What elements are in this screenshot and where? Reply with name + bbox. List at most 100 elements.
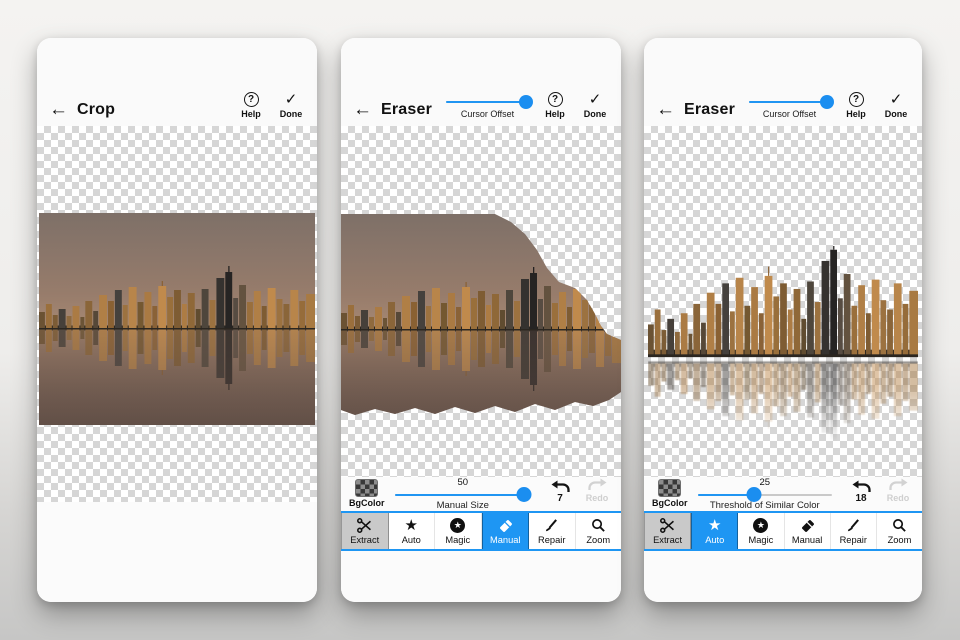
help-button[interactable]: ? Help xyxy=(233,92,269,119)
help-icon: ? xyxy=(243,92,259,107)
tab-label: Auto xyxy=(705,534,725,545)
undo-icon xyxy=(852,480,871,492)
tab-label: Extract xyxy=(653,534,683,545)
back-icon[interactable]: ← xyxy=(656,100,675,119)
tab-repair[interactable]: Repair xyxy=(529,513,576,549)
done-label: Done xyxy=(884,109,908,119)
help-icon: ? xyxy=(848,92,864,107)
skyline-photo-partially-erased[interactable] xyxy=(341,214,621,426)
checkmark-icon: ✓ xyxy=(588,91,602,108)
back-icon[interactable]: ← xyxy=(353,100,372,119)
tab-label: Repair xyxy=(538,534,566,545)
done-button[interactable]: ✓ Done xyxy=(878,92,914,119)
eraser-icon xyxy=(799,518,816,534)
star-icon: ★ xyxy=(404,516,418,534)
scissors-icon xyxy=(356,518,373,534)
manual-size-slider[interactable]: 50 Manual Size xyxy=(394,477,532,511)
slider-label: Manual Size xyxy=(436,500,489,511)
undo-count: 7 xyxy=(557,493,563,504)
checkmark-icon: ✓ xyxy=(284,91,298,108)
repair-brush-icon xyxy=(543,518,560,534)
slider-thumb[interactable] xyxy=(518,94,533,109)
extracted-skyline[interactable] xyxy=(648,246,918,359)
checkmark-icon: ✓ xyxy=(889,91,903,108)
slider-fill xyxy=(749,100,827,103)
tab-extract[interactable]: Extract xyxy=(341,513,389,549)
slider-thumb[interactable] xyxy=(516,486,532,502)
magic-star-icon: ★ xyxy=(450,518,466,533)
panel-footer xyxy=(37,502,317,602)
cursor-offset-label: Cursor Offset xyxy=(762,109,817,119)
slider-fill xyxy=(446,100,526,103)
magnifier-icon xyxy=(590,518,607,534)
tab-manual-active[interactable]: Manual xyxy=(481,513,529,549)
bgcolor-control[interactable]: BgColor xyxy=(349,478,385,511)
help-label: Help xyxy=(545,109,565,119)
panel-footer xyxy=(644,551,922,602)
slider-track-area[interactable] xyxy=(697,486,832,502)
slider-thumb[interactable] xyxy=(819,94,834,109)
done-label: Done xyxy=(583,109,607,119)
tab-label: Magic xyxy=(748,534,774,545)
bgcolor-label: BgColor xyxy=(652,498,688,508)
slider-track-area[interactable] xyxy=(394,486,532,502)
page-title: Eraser xyxy=(684,101,736,118)
tab-label: Zoom xyxy=(887,534,912,545)
undo-button[interactable]: 7 xyxy=(541,478,579,511)
tab-extract[interactable]: Extract xyxy=(644,513,692,549)
repair-brush-icon xyxy=(845,518,862,534)
redo-button-disabled: Redo xyxy=(880,478,916,511)
magic-star-icon: ★ xyxy=(753,518,769,533)
help-button[interactable]: ? Help xyxy=(838,92,874,119)
adjust-row: BgColor 25 Threshold of Similar Color 18 xyxy=(644,477,922,511)
help-label: Help xyxy=(846,109,866,119)
help-button[interactable]: ? Help xyxy=(537,92,573,119)
tab-auto[interactable]: ★ Auto xyxy=(389,513,435,549)
undo-count: 18 xyxy=(855,493,867,504)
slider-track-area[interactable] xyxy=(749,94,834,109)
tab-repair[interactable]: Repair xyxy=(831,513,877,549)
magnifier-icon xyxy=(891,518,908,534)
redo-label: Redo xyxy=(886,493,910,503)
undo-button[interactable]: 18 xyxy=(842,478,880,511)
tool-tab-bar: Extract ★ Auto ★ Magic Manual Repair Zoo… xyxy=(341,511,621,551)
eraser-screen-auto: ← Eraser Cursor Offset ? Help ✓ Done BgC… xyxy=(644,38,922,602)
tab-magic[interactable]: ★ Magic xyxy=(435,513,482,549)
undo-icon xyxy=(551,480,570,492)
bgcolor-swatch-icon[interactable] xyxy=(355,479,379,497)
bgcolor-label: BgColor xyxy=(349,498,385,508)
bgcolor-control[interactable]: BgColor xyxy=(652,478,688,511)
tab-magic[interactable]: ★ Magic xyxy=(738,513,785,549)
done-button[interactable]: ✓ Done xyxy=(577,92,613,119)
skyline-photo[interactable] xyxy=(39,213,315,425)
crop-canvas[interactable] xyxy=(37,126,317,502)
page-title: Crop xyxy=(77,101,116,118)
tab-zoom[interactable]: Zoom xyxy=(576,513,622,549)
redo-icon xyxy=(888,478,907,490)
help-label: Help xyxy=(241,109,261,119)
cursor-offset-slider[interactable]: Cursor Offset xyxy=(446,94,533,119)
tab-auto-active[interactable]: ★ Auto xyxy=(691,513,739,549)
tab-label: Zoom xyxy=(586,534,611,545)
eraser-canvas[interactable] xyxy=(341,126,621,477)
eraser-screen-manual: ← Eraser Cursor Offset ? Help ✓ Done BgC… xyxy=(341,38,621,602)
tab-zoom[interactable]: Zoom xyxy=(877,513,922,549)
slider-label: Threshold of Similar Color xyxy=(709,500,820,511)
eraser-header: ← Eraser Cursor Offset ? Help ✓ Done xyxy=(644,38,922,126)
done-label: Done xyxy=(279,109,303,119)
slider-value: 50 xyxy=(457,477,469,488)
threshold-slider[interactable]: 25 Threshold of Similar Color xyxy=(697,478,832,511)
redo-label: Redo xyxy=(585,493,609,503)
back-icon[interactable]: ← xyxy=(49,100,68,119)
tab-manual[interactable]: Manual xyxy=(785,513,831,549)
slider-fill xyxy=(394,493,525,496)
eraser-canvas[interactable] xyxy=(644,126,922,477)
tab-label: Magic xyxy=(445,534,471,545)
done-button[interactable]: ✓ Done xyxy=(273,92,309,119)
slider-track-area[interactable] xyxy=(446,94,533,109)
star-icon: ★ xyxy=(708,516,722,534)
cursor-offset-slider[interactable]: Cursor Offset xyxy=(749,94,834,119)
adjust-row: BgColor 50 Manual Size 7 Redo xyxy=(341,477,621,511)
bgcolor-swatch-icon[interactable] xyxy=(658,479,682,497)
slider-thumb[interactable] xyxy=(746,486,762,502)
